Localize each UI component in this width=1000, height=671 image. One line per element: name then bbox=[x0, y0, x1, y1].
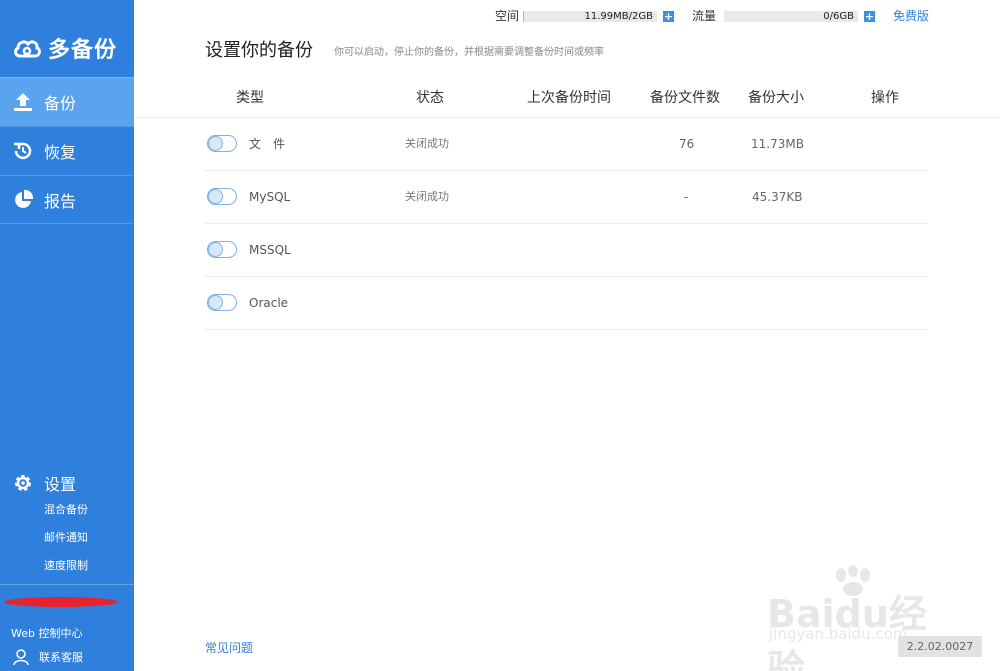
traffic-progress: 0/6GB bbox=[724, 11, 858, 22]
row-type: Oracle bbox=[249, 296, 289, 310]
row-size: 45.37KB bbox=[752, 190, 803, 204]
faq-link[interactable]: 常见问题 bbox=[205, 639, 253, 656]
version-badge: 2.2.02.0027 bbox=[898, 636, 982, 657]
table-row: 文 件 关闭成功 76 11.73MB bbox=[205, 118, 928, 171]
traffic-value: 0/6GB bbox=[823, 11, 854, 22]
web-console-link[interactable]: Web 控制中心 bbox=[11, 625, 82, 641]
cloud-logo-icon bbox=[12, 35, 42, 61]
table-row: Oracle bbox=[205, 277, 928, 330]
upload-icon bbox=[12, 91, 34, 113]
main-nav: 备份 恢复 报告 bbox=[0, 77, 134, 224]
logo-text: 多备份 bbox=[48, 38, 118, 63]
settings-label: 设置 bbox=[44, 475, 77, 494]
space-value: 11.99MB/2GB bbox=[584, 11, 653, 22]
user-icon bbox=[12, 648, 30, 666]
plan-link[interactable]: 免费版 bbox=[893, 8, 929, 24]
backup-toggle[interactable] bbox=[207, 241, 237, 258]
toggle-knob bbox=[208, 295, 223, 310]
gear-icon bbox=[12, 472, 34, 494]
nav-item-label: 恢复 bbox=[44, 143, 77, 162]
row-type: 文 件 bbox=[249, 137, 286, 151]
space-progress: 11.99MB/2GB bbox=[523, 11, 657, 22]
add-space-button[interactable]: + bbox=[663, 11, 674, 22]
row-status: 关闭成功 bbox=[405, 137, 449, 150]
toggle-knob bbox=[208, 242, 223, 257]
settings-hybrid-backup[interactable]: 混合备份 bbox=[0, 496, 134, 524]
row-size: 11.73MB bbox=[751, 137, 804, 151]
sidebar-divider bbox=[0, 584, 134, 585]
toggle-knob bbox=[208, 189, 223, 204]
column-header-type: 类型 bbox=[236, 90, 264, 106]
row-status: 关闭成功 bbox=[405, 190, 449, 203]
settings-header[interactable]: 设置 bbox=[0, 470, 134, 496]
traffic-label: 流量 bbox=[692, 9, 717, 23]
row-type: MySQL bbox=[249, 190, 291, 204]
column-header-size: 备份大小 bbox=[748, 90, 804, 106]
row-type: MSSQL bbox=[249, 243, 291, 257]
row-file-count: 76 bbox=[679, 137, 695, 151]
add-traffic-button[interactable]: + bbox=[864, 11, 875, 22]
history-icon bbox=[12, 140, 34, 162]
table-row: MSSQL bbox=[205, 224, 928, 277]
page-title: 设置你的备份 bbox=[205, 40, 313, 61]
logo[interactable]: 多备份 bbox=[12, 30, 117, 66]
settings-email-notify[interactable]: 邮件通知 bbox=[0, 524, 134, 552]
column-header-file-count: 备份文件数 bbox=[650, 90, 720, 106]
support-link[interactable]: 联系客服 bbox=[12, 648, 83, 666]
quota-bar: 空间 11.99MB/2GB + 流量 0/6GB + 免费版 bbox=[0, 8, 1000, 24]
column-header-actions: 操作 bbox=[871, 90, 899, 106]
settings-section: 设置 混合备份 邮件通知 速度限制 bbox=[0, 470, 134, 580]
row-file-count: - bbox=[684, 190, 689, 204]
nav-item-report[interactable]: 报告 bbox=[0, 175, 134, 224]
nav-item-restore[interactable]: 恢复 bbox=[0, 126, 134, 175]
backup-toggle[interactable] bbox=[207, 135, 237, 152]
column-header-last-backup: 上次备份时间 bbox=[527, 90, 611, 106]
nav-item-label: 备份 bbox=[44, 94, 77, 113]
settings-speed-limit[interactable]: 速度限制 bbox=[0, 552, 134, 580]
toggle-knob bbox=[208, 136, 223, 151]
backup-toggle[interactable] bbox=[207, 188, 237, 205]
sidebar: 多备份 备份 恢复 报告 设置 混合备份 邮件通知 速度限制 Web 控制中心 … bbox=[0, 0, 134, 671]
table-row: MySQL 关闭成功 - 45.37KB bbox=[205, 171, 928, 224]
page-subtitle: 你可以启动，停止你的备份，并根据需要调整备份时间或频率 bbox=[334, 47, 604, 58]
pie-chart-icon bbox=[12, 189, 34, 211]
backup-toggle[interactable] bbox=[207, 294, 237, 311]
watermark-url: jingyan.baidu.com bbox=[769, 625, 908, 643]
space-progress-fill bbox=[523, 11, 524, 22]
space-label: 空间 bbox=[495, 9, 520, 23]
support-label: 联系客服 bbox=[39, 651, 83, 664]
nav-item-backup[interactable]: 备份 bbox=[0, 77, 134, 126]
watermark: Baidu经验 jingyan.baidu.com bbox=[765, 565, 945, 671]
redaction-mark bbox=[4, 597, 118, 607]
column-header-status: 状态 bbox=[416, 90, 444, 106]
nav-item-label: 报告 bbox=[44, 191, 77, 211]
